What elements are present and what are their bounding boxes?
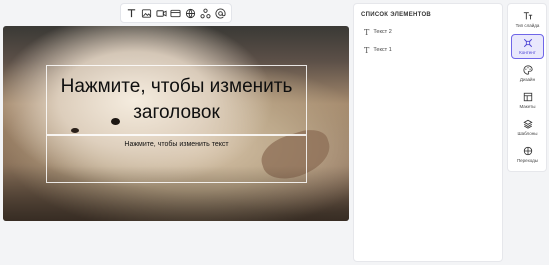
- mention-tool-button[interactable]: [214, 7, 226, 19]
- slide-body-placeholder[interactable]: Нажмите, чтобы изменить текст: [46, 135, 307, 183]
- slide-canvas[interactable]: Нажмите, чтобы изменить заголовок Нажмит…: [3, 26, 349, 221]
- slide-title-text: Нажмите, чтобы изменить заголовок: [60, 76, 293, 123]
- element-item-text-2[interactable]: T Текст 2: [364, 27, 392, 37]
- at-icon: [215, 7, 226, 19]
- slide-title-placeholder[interactable]: Нажмите, чтобы изменить заголовок: [46, 65, 307, 135]
- rail-layouts-button[interactable]: Макеты: [511, 88, 544, 113]
- shapes-tool-button[interactable]: [200, 7, 212, 19]
- content-icon: [523, 38, 532, 48]
- rail-label: Контент: [519, 50, 536, 55]
- elements-panel: СПИСОК ЭЛЕМЕНТОВ T Текст 2 T Текст 1: [353, 3, 503, 262]
- palette-icon: [522, 65, 533, 75]
- card-icon: [170, 9, 181, 17]
- rail-label: Шаблоны: [517, 131, 538, 136]
- image-icon: [141, 8, 151, 18]
- elements-panel-title: СПИСОК ЭЛЕМЕНТОВ: [361, 12, 432, 18]
- video-tool-button[interactable]: [155, 7, 167, 19]
- rail-label: Макеты: [519, 104, 536, 109]
- rail-templates-button[interactable]: Шаблоны: [511, 115, 544, 140]
- slide-body-text: Нажмите, чтобы изменить текст: [124, 141, 229, 148]
- text-icon: T: [364, 27, 370, 37]
- text-icon: T: [364, 45, 370, 55]
- card-tool-button[interactable]: [170, 7, 182, 19]
- globe-icon: [186, 8, 196, 18]
- globe-tool-button[interactable]: [185, 7, 197, 19]
- insert-toolbar: [120, 3, 232, 23]
- rail-transitions-button[interactable]: Переходы: [511, 142, 544, 167]
- element-item-text-1[interactable]: T Текст 1: [364, 45, 392, 55]
- text-icon: [127, 8, 136, 17]
- rail-label: Тип слайда: [515, 23, 540, 28]
- right-rail: Тип слайда Контент Дизайн Макеты Шаблоны…: [507, 3, 547, 172]
- rail-label: Дизайн: [519, 77, 536, 82]
- element-item-label: Текст 2: [373, 29, 392, 35]
- rail-slide-type-button[interactable]: Тип слайда: [511, 7, 544, 32]
- rail-design-button[interactable]: Дизайн: [511, 61, 544, 86]
- image-tool-button[interactable]: [140, 7, 152, 19]
- rail-content-button[interactable]: Контент: [511, 34, 544, 59]
- layout-icon: [523, 92, 532, 102]
- layers-icon: [522, 119, 533, 129]
- slide-type-icon: [523, 12, 532, 20]
- video-icon: [156, 9, 167, 17]
- transition-icon: [523, 146, 532, 156]
- rail-label: Переходы: [516, 158, 539, 163]
- element-item-label: Текст 1: [373, 47, 392, 53]
- shapes-icon: [200, 8, 211, 18]
- text-tool-button[interactable]: [125, 7, 137, 19]
